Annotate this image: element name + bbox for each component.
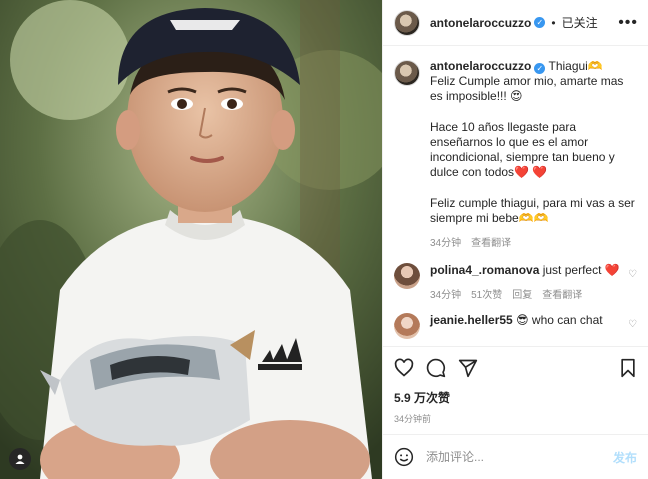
comment-item: jeanie.heller55 😎 who can chat ♡ bbox=[394, 313, 637, 340]
comment-composer: 发布 bbox=[383, 434, 648, 479]
comment-translate-link[interactable]: 查看翻译 bbox=[542, 286, 582, 301]
post-comment-button[interactable]: 发布 bbox=[613, 449, 637, 466]
author-avatar[interactable] bbox=[394, 9, 420, 36]
more-options-icon[interactable]: ••• bbox=[618, 14, 638, 32]
separator-dot: • bbox=[551, 15, 556, 30]
comment-text: 😎 who can chat bbox=[516, 313, 603, 328]
comments-list[interactable]: antonelaroccuzzo ✓ Thiagui🫶 Feliz Cumple … bbox=[383, 47, 648, 345]
details-pane: antonelaroccuzzo ✓ • 已关注 ••• antonelaroc… bbox=[382, 0, 648, 479]
comment-author[interactable]: jeanie.heller55 bbox=[430, 313, 513, 327]
like-count[interactable]: 5.9 万次赞 bbox=[394, 389, 637, 406]
share-icon[interactable] bbox=[458, 358, 478, 378]
caption: antonelaroccuzzo ✓ Thiagui🫶 Feliz Cumple … bbox=[394, 59, 637, 249]
comment-input[interactable] bbox=[426, 450, 613, 464]
heart-icon[interactable] bbox=[394, 358, 414, 378]
post-photo[interactable] bbox=[0, 0, 382, 479]
post-actions: 5.9 万次赞 34分钟前 bbox=[383, 346, 648, 434]
verified-badge-icon: ✓ bbox=[534, 17, 546, 28]
user-tag-icon bbox=[15, 454, 25, 464]
comment-reply-link[interactable]: 回复 bbox=[512, 286, 532, 301]
caption-author[interactable]: antonelaroccuzzo bbox=[430, 59, 531, 73]
comment-avatar[interactable] bbox=[394, 263, 420, 290]
author-username[interactable]: antonelaroccuzzo bbox=[430, 16, 531, 30]
comment-item: polina4_.romanova just perfect ❤️ 34分钟 5… bbox=[394, 263, 637, 301]
comment-likes[interactable]: 51次赞 bbox=[471, 286, 502, 301]
comment-text: just perfect ❤️ bbox=[542, 263, 620, 278]
comment-author[interactable]: polina4_.romanova bbox=[430, 263, 539, 277]
post-timestamp: 34分钟前 bbox=[394, 414, 432, 424]
bookmark-icon[interactable] bbox=[619, 358, 637, 378]
following-button[interactable]: 已关注 bbox=[562, 14, 598, 31]
user-tag-button[interactable] bbox=[9, 448, 31, 470]
comment-like-heart-icon[interactable]: ♡ bbox=[628, 269, 637, 280]
photo-illustration bbox=[0, 0, 382, 479]
caption-text: Feliz Cumple amor mio, amarte mas es imp… bbox=[430, 74, 635, 225]
comment-icon[interactable] bbox=[426, 358, 446, 378]
comment-time: 34分钟 bbox=[430, 290, 462, 302]
post-header: antonelaroccuzzo ✓ • 已关注 ••• bbox=[383, 0, 648, 46]
emoji-icon[interactable] bbox=[394, 447, 414, 467]
caption-author-avatar[interactable] bbox=[394, 60, 420, 86]
verified-badge-icon: ✓ bbox=[534, 63, 546, 74]
caption-translate-link[interactable]: 查看翻译 bbox=[471, 234, 511, 249]
post-viewer: antonelaroccuzzo ✓ • 已关注 ••• antonelaroc… bbox=[0, 0, 648, 479]
comment-like-heart-icon[interactable]: ♡ bbox=[628, 319, 637, 330]
comment-avatar[interactable] bbox=[394, 313, 420, 340]
caption-time: 34分钟 bbox=[430, 238, 462, 250]
caption-lead: Thiagui🫶 bbox=[548, 59, 603, 73]
